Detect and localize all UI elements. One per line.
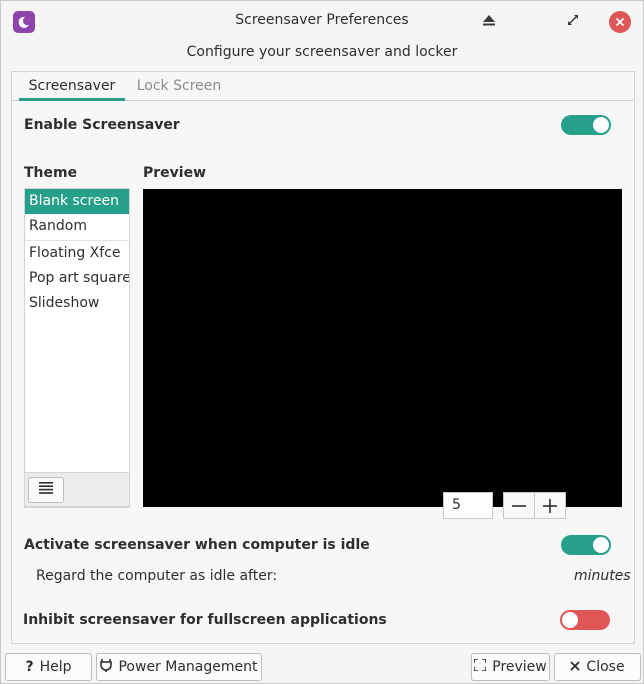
preview-button[interactable]: Preview: [471, 653, 550, 681]
maximize-button[interactable]: [562, 11, 584, 33]
idle-increase-button[interactable]: [534, 492, 566, 519]
close-icon: [609, 11, 631, 33]
close-button[interactable]: Close: [554, 653, 641, 681]
power-management-button[interactable]: Power Management: [96, 653, 262, 681]
help-icon: ?: [25, 659, 34, 675]
theme-heading: Theme: [24, 165, 78, 181]
theme-configure-button[interactable]: [28, 477, 64, 503]
preview-button-label: Preview: [492, 659, 547, 675]
power-management-label: Power Management: [118, 659, 258, 675]
idle-minutes-input[interactable]: 5: [443, 492, 493, 519]
eject-icon: [482, 13, 496, 31]
tab-screensaver[interactable]: Screensaver: [19, 72, 125, 101]
help-button[interactable]: ? Help: [5, 653, 92, 681]
idle-decrease-button[interactable]: [503, 492, 535, 519]
inhibit-fullscreen-switch[interactable]: [560, 610, 610, 630]
preview-area: [143, 189, 622, 507]
enable-screensaver-switch[interactable]: [561, 115, 611, 135]
inhibit-fullscreen-label: Inhibit screensaver for fullscreen appli…: [23, 612, 387, 628]
maximize-icon: [567, 14, 579, 30]
list-menu-icon: [39, 482, 53, 498]
theme-item-slideshow[interactable]: Slideshow: [25, 291, 129, 316]
help-button-label: Help: [39, 659, 72, 675]
theme-list-toolbar: [24, 472, 130, 507]
switch-knob: [593, 117, 609, 133]
theme-item-blank-screen[interactable]: Blank screen: [25, 189, 129, 214]
power-plug-icon: [100, 658, 113, 676]
window-subtitle: Configure your screensaver and locker: [186, 44, 458, 60]
settings-notebook: Screensaver Lock Screen Enable Screensav…: [11, 71, 635, 644]
switch-knob: [593, 537, 609, 553]
minus-icon: [512, 494, 526, 518]
activate-idle-switch[interactable]: [561, 535, 611, 555]
theme-list: Blank screen Random Floating Xfce Pop ar…: [24, 188, 130, 508]
fullscreen-icon: [473, 658, 488, 675]
window-title: Screensaver Preferences: [235, 12, 409, 28]
plus-icon: [543, 494, 557, 518]
switch-knob: [562, 612, 578, 628]
preferences-window: Screensaver Preferences Configure your s…: [0, 0, 644, 684]
close-x-icon: [570, 659, 581, 675]
idle-after-label: Regard the computer as idle after:: [36, 568, 278, 584]
tab-lock-screen[interactable]: Lock Screen: [129, 72, 229, 101]
theme-item-pop-art-squares[interactable]: Pop art squares: [25, 266, 129, 291]
close-window-button[interactable]: [609, 11, 631, 33]
close-button-label: Close: [586, 659, 625, 675]
theme-item-floating-xfce[interactable]: Floating Xfce: [25, 241, 129, 266]
preview-heading: Preview: [143, 165, 207, 181]
theme-item-random[interactable]: Random: [25, 214, 129, 239]
enable-screensaver-label: Enable Screensaver: [24, 117, 180, 133]
idle-unit-label: minutes: [574, 568, 631, 584]
activate-idle-label: Activate screensaver when computer is id…: [24, 537, 370, 553]
tab-bar: Screensaver Lock Screen: [12, 72, 634, 101]
titlebar: Screensaver Preferences: [1, 1, 643, 41]
shade-button[interactable]: [478, 11, 500, 33]
